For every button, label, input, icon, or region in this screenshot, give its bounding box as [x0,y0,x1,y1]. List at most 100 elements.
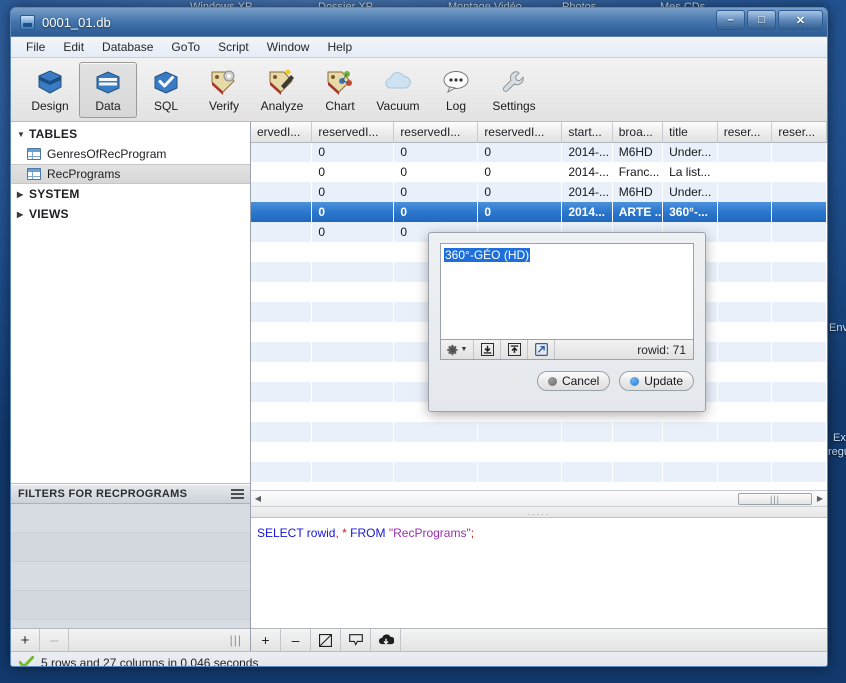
grid-cell[interactable] [772,382,827,402]
grid-cell[interactable] [717,262,772,282]
grid-cell[interactable] [717,422,772,442]
filter-row[interactable] [11,533,250,562]
plus-icon[interactable]: + [251,629,281,651]
table-row[interactable]: 0002014-...M6HDUnder... [251,142,827,162]
filter-row[interactable] [11,562,250,591]
grid-cell[interactable] [562,442,612,462]
grid-cell[interactable] [562,482,612,490]
grid-cell[interactable] [772,142,827,162]
window-titlebar[interactable]: 0001_01.db – □ ✕ [11,8,827,37]
edit-cell-icon[interactable] [311,629,341,651]
grid-cell[interactable] [562,422,612,442]
sidebar-item-views[interactable]: ▶VIEWS [11,204,250,224]
grid-cell[interactable] [251,322,312,342]
grid-cell[interactable]: 0 [312,222,394,242]
grid-cell[interactable] [312,342,394,362]
grid-cell[interactable] [251,242,312,262]
minus-icon[interactable]: – [281,629,311,651]
grid-cell[interactable] [312,262,394,282]
toolbar-button-log[interactable]: Log [427,62,485,118]
cell-value-textarea[interactable]: 360°-GÉO (HD) [440,243,694,339]
toolbar-button-sql[interactable]: SQL [137,62,195,118]
grid-cell[interactable] [478,462,562,482]
grid-cell[interactable] [612,442,662,462]
grid-cell[interactable] [772,362,827,382]
grid-cell[interactable] [717,302,772,322]
scrollbar-thumb[interactable]: ||| [738,493,812,505]
menu-item-edit[interactable]: Edit [54,38,93,56]
grid-cell[interactable] [772,482,827,490]
grid-cell[interactable] [717,162,772,182]
menu-item-help[interactable]: Help [318,38,361,56]
grid-cell[interactable] [251,222,312,242]
grid-cell[interactable] [312,402,394,422]
grid-cell[interactable] [312,282,394,302]
table-row[interactable] [251,482,827,490]
grid-cell[interactable]: 0 [478,162,562,182]
grid-column-header[interactable]: title [663,122,718,142]
grid-cell[interactable]: Franc... [612,162,662,182]
grid-cell[interactable] [612,422,662,442]
grid-cell[interactable]: 0 [478,182,562,202]
update-button[interactable]: Update [619,371,694,391]
grid-cell[interactable]: M6HD [612,142,662,162]
grid-cell[interactable] [717,382,772,402]
grid-cell[interactable] [663,422,718,442]
grid-cell[interactable] [394,422,478,442]
toolbar-button-chart[interactable]: Chart [311,62,369,118]
grid-cell[interactable]: 2014... [562,202,612,222]
grid-cell[interactable] [772,442,827,462]
grid-cell[interactable] [251,402,312,422]
grid-cell[interactable]: 360°-... [663,202,718,222]
comment-icon[interactable] [341,629,371,651]
grid-cell[interactable] [312,322,394,342]
table-row[interactable] [251,462,827,482]
grid-cell[interactable] [772,302,827,322]
grid-cell[interactable] [717,482,772,490]
grid-column-header[interactable]: reservedI... [312,122,394,142]
table-row[interactable]: 0002014...ARTE ...360°-... [251,202,827,222]
grid-cell[interactable] [251,302,312,322]
sql-editor[interactable]: SELECT rowid, * FROM "RecPrograms"; [251,518,827,628]
table-row[interactable]: 0002014-...Franc...La list... [251,162,827,182]
sidebar-item-genresofrecprogram[interactable]: GenresOfRecProgram [11,144,250,164]
hamburger-icon[interactable] [231,489,244,499]
open-external-icon[interactable] [528,340,555,359]
grid-cell[interactable]: M6HD [612,182,662,202]
scrollbar-track[interactable]: ||| [265,491,813,507]
sidebar-item-system[interactable]: ▶SYSTEM [11,184,250,204]
grid-cell[interactable] [251,342,312,362]
gear-dropdown-icon[interactable]: ▼ [441,340,474,359]
export-icon[interactable] [501,340,528,359]
grid-cell[interactable] [772,262,827,282]
grid-cell[interactable] [251,262,312,282]
toolbar-button-vacuum[interactable]: Vacuum [369,62,427,118]
grid-column-header[interactable]: reser... [717,122,772,142]
grid-cell[interactable] [394,482,478,490]
grid-cell[interactable] [312,442,394,462]
table-row[interactable] [251,442,827,462]
grid-cell[interactable] [478,422,562,442]
remove-filter-button[interactable]: – [40,629,69,651]
table-row[interactable]: 0002014-...M6HDUnder... [251,182,827,202]
filter-row[interactable] [11,504,250,533]
import-icon[interactable] [474,340,501,359]
add-filter-button[interactable]: + [11,629,40,651]
grid-column-header[interactable]: ervedI... [251,122,312,142]
grid-cell[interactable] [717,342,772,362]
grid-cell[interactable]: ARTE ... [612,202,662,222]
grid-cell[interactable] [251,142,312,162]
grid-cell[interactable] [478,442,562,462]
filters-body[interactable] [11,504,250,628]
table-row[interactable] [251,422,827,442]
menu-item-goto[interactable]: GoTo [162,38,209,56]
grid-cell[interactable] [312,462,394,482]
grid-cell[interactable] [772,342,827,362]
grid-column-header[interactable]: reservedI... [394,122,478,142]
grid-cell[interactable] [772,202,827,222]
chevron-down-icon[interactable]: ▼ [17,130,29,139]
grid-cell[interactable] [772,162,827,182]
menu-item-window[interactable]: Window [258,38,319,56]
toolbar-button-analyze[interactable]: Analyze [253,62,311,118]
database-tree[interactable]: ▼TABLESGenresOfRecProgramRecPrograms▶SYS… [11,122,250,484]
